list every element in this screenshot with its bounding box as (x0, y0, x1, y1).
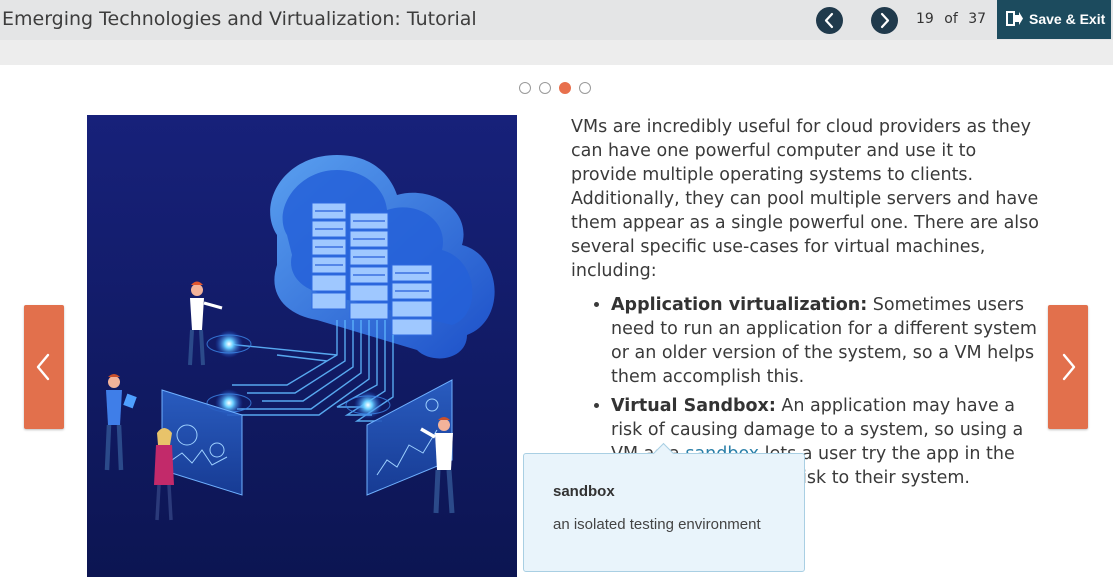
slide-text: VMs are incredibly useful for cloud prov… (571, 115, 1041, 495)
slide-dot-3-active[interactable] (559, 82, 571, 94)
glossary-tooltip: sandbox an isolated testing environment (523, 442, 805, 572)
top-bar: Emerging Technologies and Virtualization… (0, 0, 1113, 40)
header-divider (0, 40, 1113, 65)
page-counter: 19 of 37 (916, 11, 992, 27)
tooltip-definition: an isolated testing environment (553, 516, 761, 533)
chevron-left-icon (36, 353, 50, 381)
chevron-left-icon (824, 12, 834, 29)
bullet-heading: Application virtualization: (611, 295, 868, 315)
bullet-heading: Virtual Sandbox: (611, 396, 776, 416)
exit-door-icon (1006, 11, 1023, 26)
list-item: Application virtualization: Sometimes us… (611, 293, 1041, 389)
save-and-exit-button[interactable]: Save & Exit (997, 0, 1111, 39)
next-slide-button[interactable] (1048, 305, 1088, 429)
slide-dot-2[interactable] (539, 82, 551, 94)
chevron-right-icon (880, 12, 890, 29)
current-page-number: 19 (916, 11, 934, 27)
page-of-label: of (944, 11, 958, 27)
chevron-right-icon (1062, 353, 1076, 381)
next-page-button[interactable] (871, 7, 898, 34)
previous-page-button[interactable] (816, 7, 843, 34)
cloud-virtualization-illustration (87, 115, 517, 577)
course-title: Emerging Technologies and Virtualization… (2, 8, 477, 30)
intro-paragraph: VMs are incredibly useful for cloud prov… (571, 117, 1039, 281)
total-pages-number: 37 (968, 11, 987, 27)
slide-dot-4[interactable] (579, 82, 591, 94)
previous-slide-button[interactable] (24, 305, 64, 429)
save-and-exit-label: Save & Exit (1029, 11, 1106, 27)
slide-dot-1[interactable] (519, 82, 531, 94)
tooltip-term: sandbox (553, 483, 615, 500)
